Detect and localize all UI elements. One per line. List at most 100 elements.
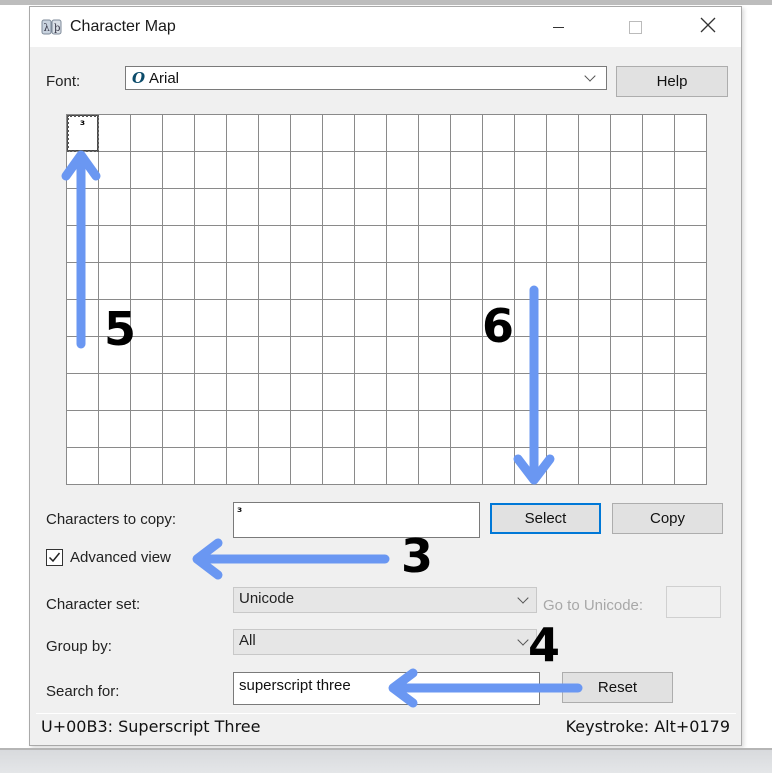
character-cell[interactable]	[67, 300, 99, 337]
character-cell[interactable]	[323, 226, 355, 263]
character-cell[interactable]	[131, 263, 163, 300]
character-cell[interactable]	[547, 337, 579, 374]
character-cell[interactable]	[259, 337, 291, 374]
character-cell[interactable]	[515, 226, 547, 263]
character-cell[interactable]	[291, 374, 323, 411]
character-cell[interactable]	[355, 152, 387, 189]
character-cell[interactable]	[195, 411, 227, 448]
character-cell[interactable]	[579, 189, 611, 226]
character-cell[interactable]	[259, 115, 291, 152]
character-cell[interactable]	[99, 152, 131, 189]
character-cell[interactable]	[515, 337, 547, 374]
character-cell[interactable]	[259, 152, 291, 189]
character-cell[interactable]	[195, 337, 227, 374]
character-cell[interactable]	[675, 411, 707, 448]
character-cell[interactable]	[227, 115, 259, 152]
character-cell[interactable]	[419, 189, 451, 226]
character-cell[interactable]	[515, 152, 547, 189]
character-cell[interactable]	[323, 300, 355, 337]
character-cell[interactable]	[675, 226, 707, 263]
character-cell[interactable]	[163, 300, 195, 337]
character-cell[interactable]	[611, 152, 643, 189]
character-cell[interactable]	[195, 300, 227, 337]
character-cell[interactable]	[515, 189, 547, 226]
character-cell[interactable]	[99, 448, 131, 485]
character-cell[interactable]	[451, 226, 483, 263]
character-cell[interactable]	[131, 448, 163, 485]
character-cell[interactable]	[195, 152, 227, 189]
character-cell[interactable]	[131, 115, 163, 152]
character-cell[interactable]	[387, 226, 419, 263]
character-cell[interactable]	[259, 411, 291, 448]
character-cell[interactable]	[579, 152, 611, 189]
character-cell[interactable]	[291, 189, 323, 226]
character-cell[interactable]	[579, 300, 611, 337]
character-cell[interactable]	[643, 411, 675, 448]
character-cell[interactable]	[227, 411, 259, 448]
character-cell[interactable]	[323, 337, 355, 374]
character-cell[interactable]	[355, 189, 387, 226]
character-cell[interactable]	[323, 152, 355, 189]
character-cell[interactable]	[419, 152, 451, 189]
character-cell[interactable]	[163, 263, 195, 300]
character-cell[interactable]	[451, 263, 483, 300]
character-cell[interactable]	[547, 263, 579, 300]
character-cell[interactable]	[131, 189, 163, 226]
character-cell[interactable]	[195, 374, 227, 411]
character-cell[interactable]	[611, 374, 643, 411]
maximize-button[interactable]	[612, 7, 658, 47]
character-cell[interactable]	[99, 226, 131, 263]
character-cell[interactable]	[419, 263, 451, 300]
character-cell[interactable]	[227, 189, 259, 226]
character-cell[interactable]	[483, 374, 515, 411]
character-cell[interactable]	[323, 263, 355, 300]
character-cell[interactable]	[515, 300, 547, 337]
character-cell[interactable]	[451, 152, 483, 189]
character-cell[interactable]	[483, 152, 515, 189]
character-cell[interactable]	[355, 337, 387, 374]
character-cell[interactable]	[131, 411, 163, 448]
character-cell[interactable]	[227, 152, 259, 189]
character-cell[interactable]	[419, 226, 451, 263]
character-cell[interactable]	[195, 263, 227, 300]
character-cell[interactable]	[419, 448, 451, 485]
character-cell[interactable]	[643, 115, 675, 152]
character-cell[interactable]	[291, 226, 323, 263]
character-cell[interactable]	[515, 374, 547, 411]
search-for-input[interactable]: superscript three	[233, 672, 540, 705]
character-cell[interactable]	[163, 189, 195, 226]
character-cell[interactable]	[355, 411, 387, 448]
character-cell[interactable]	[355, 448, 387, 485]
character-cell[interactable]	[419, 374, 451, 411]
character-cell[interactable]	[451, 337, 483, 374]
help-button[interactable]: Help	[616, 66, 728, 97]
character-cell[interactable]	[323, 448, 355, 485]
character-cell[interactable]	[451, 300, 483, 337]
character-cell[interactable]	[67, 226, 99, 263]
character-cell[interactable]	[451, 374, 483, 411]
character-cell[interactable]	[227, 263, 259, 300]
character-cell[interactable]	[515, 411, 547, 448]
character-cell[interactable]	[483, 263, 515, 300]
character-cell[interactable]	[675, 115, 707, 152]
character-cell[interactable]	[579, 115, 611, 152]
character-cell[interactable]	[291, 300, 323, 337]
character-cell[interactable]	[451, 115, 483, 152]
character-cell[interactable]	[515, 115, 547, 152]
character-cell[interactable]	[515, 448, 547, 485]
character-cell[interactable]	[611, 411, 643, 448]
character-cell[interactable]	[579, 226, 611, 263]
character-cell[interactable]	[355, 226, 387, 263]
advanced-view-label[interactable]: Advanced view	[70, 549, 171, 566]
character-cell[interactable]	[99, 411, 131, 448]
character-cell[interactable]	[227, 448, 259, 485]
character-cell[interactable]	[259, 263, 291, 300]
character-cell[interactable]	[483, 411, 515, 448]
character-cell[interactable]	[259, 189, 291, 226]
character-cell[interactable]	[387, 448, 419, 485]
character-cell[interactable]	[547, 448, 579, 485]
character-cell[interactable]	[163, 411, 195, 448]
character-cell[interactable]	[259, 226, 291, 263]
group-by-dropdown[interactable]: All	[233, 629, 537, 655]
character-cell[interactable]	[67, 411, 99, 448]
